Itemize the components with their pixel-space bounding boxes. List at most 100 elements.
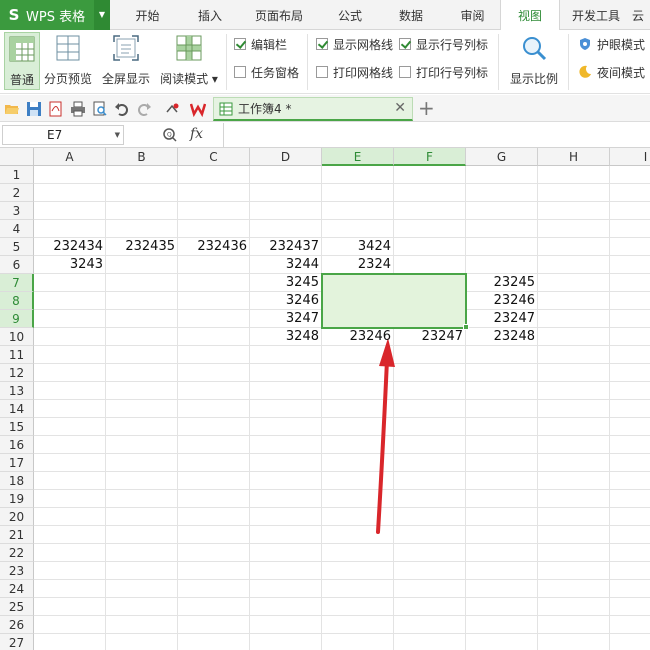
cell-a6[interactable]: 3243 xyxy=(34,256,106,274)
row-header-7[interactable]: 7 xyxy=(0,274,34,292)
chevron-down-icon[interactable]: ▼ xyxy=(94,0,110,30)
row-header-10[interactable]: 10 xyxy=(0,328,34,346)
cell-d8[interactable]: 3246 xyxy=(250,292,322,310)
column-header-d[interactable]: D xyxy=(250,148,322,166)
print-headings-checkbox[interactable]: 打印行号列标 xyxy=(399,64,488,80)
cell-c5[interactable]: 232436 xyxy=(178,238,250,256)
task-pane-checkbox[interactable]: 任务窗格 xyxy=(234,64,299,80)
cell-d9[interactable]: 3247 xyxy=(250,310,322,328)
cell-g10[interactable]: 23248 xyxy=(466,328,538,346)
open-folder-icon[interactable] xyxy=(4,101,20,117)
save-icon[interactable] xyxy=(26,101,42,117)
row-header-21[interactable]: 21 xyxy=(0,526,34,544)
column-header-g[interactable]: G xyxy=(466,148,538,166)
row-header-18[interactable]: 18 xyxy=(0,472,34,490)
edit-bar-checkbox[interactable]: 编辑栏 xyxy=(234,36,287,52)
cell-d6[interactable]: 3244 xyxy=(250,256,322,274)
document-tab[interactable]: 工作簿4 * ✕ xyxy=(213,97,413,121)
cell-b5[interactable]: 232435 xyxy=(106,238,178,256)
insert-function-button[interactable]: fx xyxy=(190,126,203,142)
cell-g7[interactable]: 23245 xyxy=(466,274,538,292)
formula-input[interactable] xyxy=(226,125,646,145)
row-header-5[interactable]: 5 xyxy=(0,238,34,256)
cell-e6[interactable]: 2324 xyxy=(322,256,394,274)
page-break-preview-button[interactable]: 分页预览 xyxy=(43,32,93,90)
column-header-e[interactable]: E xyxy=(322,148,394,166)
print-icon[interactable] xyxy=(70,101,86,117)
row-header-26[interactable]: 26 xyxy=(0,616,34,634)
print-preview-icon[interactable] xyxy=(92,101,108,117)
full-screen-button[interactable]: 全屏显示 xyxy=(100,32,152,90)
row-header-17[interactable]: 17 xyxy=(0,454,34,472)
column-header-i[interactable]: I xyxy=(610,148,650,166)
zoom-button[interactable]: 显示比例 xyxy=(506,32,562,90)
row-header-14[interactable]: 14 xyxy=(0,400,34,418)
column-header-a[interactable]: A xyxy=(34,148,106,166)
tab-view[interactable]: 视图 xyxy=(500,0,560,31)
show-headings-checkbox[interactable]: 显示行号列标 xyxy=(399,36,488,52)
redo-icon[interactable] xyxy=(136,101,152,117)
night-mode-button[interactable]: 夜间模式 xyxy=(578,64,645,80)
row-gridline xyxy=(34,561,650,562)
chevron-down-icon[interactable]: ▼ xyxy=(115,126,120,144)
app-menu-button[interactable]: S WPS 表格 ▼ xyxy=(0,0,110,30)
tab-review[interactable]: 审阅 xyxy=(445,0,500,30)
print-gridlines-checkbox[interactable]: 打印网格线 xyxy=(316,64,393,80)
row-header-22[interactable]: 22 xyxy=(0,544,34,562)
close-icon[interactable]: ✕ xyxy=(394,100,406,116)
customize-toolbar-icon[interactable] xyxy=(164,101,180,117)
row-header-11[interactable]: 11 xyxy=(0,346,34,364)
tab-page-layout[interactable]: 页面布局 xyxy=(235,0,323,30)
row-header-24[interactable]: 24 xyxy=(0,580,34,598)
cell-d7[interactable]: 3245 xyxy=(250,274,322,292)
row-header-25[interactable]: 25 xyxy=(0,598,34,616)
row-header-9[interactable]: 9 xyxy=(0,310,34,328)
row-header-8[interactable]: 8 xyxy=(0,292,34,310)
row-header-3[interactable]: 3 xyxy=(0,202,34,220)
cell-a5[interactable]: 232434 xyxy=(34,238,106,256)
column-header-h[interactable]: H xyxy=(538,148,610,166)
cell-g8[interactable]: 23246 xyxy=(466,292,538,310)
row-header-6[interactable]: 6 xyxy=(0,256,34,274)
zoom-search-icon[interactable]: Q xyxy=(162,127,178,143)
name-box[interactable]: E7 ▼ xyxy=(2,125,124,145)
cell-g9[interactable]: 23247 xyxy=(466,310,538,328)
show-gridlines-checkbox[interactable]: 显示网格线 xyxy=(316,36,393,52)
tab-formulas[interactable]: 公式 xyxy=(323,0,377,30)
row-header-27[interactable]: 27 xyxy=(0,634,34,650)
new-tab-plus-icon[interactable]: + xyxy=(418,96,435,120)
normal-view-button[interactable]: 普通 xyxy=(4,32,40,90)
tab-home[interactable]: 开始 xyxy=(110,0,185,30)
undo-icon[interactable] xyxy=(114,101,130,117)
tab-insert[interactable]: 插入 xyxy=(185,0,235,30)
wps-w-icon[interactable] xyxy=(190,101,206,117)
checkbox-unchecked xyxy=(234,66,246,78)
row-header-2[interactable]: 2 xyxy=(0,184,34,202)
row-header-23[interactable]: 23 xyxy=(0,562,34,580)
select-all-corner[interactable] xyxy=(0,148,34,166)
tab-cloud[interactable]: 云 xyxy=(632,0,650,30)
spreadsheet-grid[interactable]: 1 2 3 4 5 6 7 8 9 10 11 12 13 14 15 16 17 18 19 20 21 22 23 24 2… xyxy=(0,148,650,650)
row-header-13[interactable]: 13 xyxy=(0,382,34,400)
row-header-16[interactable]: 16 xyxy=(0,436,34,454)
menu-bar: S WPS 表格 ▼ 开始 插入 页面布局 公式 数据 审阅 视图 开发工具 云 xyxy=(0,0,650,31)
tab-data[interactable]: 数据 xyxy=(377,0,445,30)
eye-care-button[interactable]: 护眼模式 xyxy=(578,36,645,52)
column-header-c[interactable]: C xyxy=(178,148,250,166)
reading-mode-button[interactable]: 阅读模式 ▾ xyxy=(158,32,220,90)
row-header-12[interactable]: 12 xyxy=(0,364,34,382)
cell-e10[interactable]: 23246 xyxy=(322,328,394,346)
cell-d5[interactable]: 232437 xyxy=(250,238,322,256)
row-header-4[interactable]: 4 xyxy=(0,220,34,238)
export-pdf-icon[interactable] xyxy=(48,101,64,117)
row-header-20[interactable]: 20 xyxy=(0,508,34,526)
cell-f10[interactable]: 23247 xyxy=(394,328,466,346)
row-header-19[interactable]: 19 xyxy=(0,490,34,508)
row-header-15[interactable]: 15 xyxy=(0,418,34,436)
column-header-f[interactable]: F xyxy=(394,148,466,166)
tab-developer[interactable]: 开发工具 xyxy=(560,0,632,30)
row-header-1[interactable]: 1 xyxy=(0,166,34,184)
cell-d10[interactable]: 3248 xyxy=(250,328,322,346)
cell-e5[interactable]: 3424 xyxy=(322,238,394,256)
column-header-b[interactable]: B xyxy=(106,148,178,166)
